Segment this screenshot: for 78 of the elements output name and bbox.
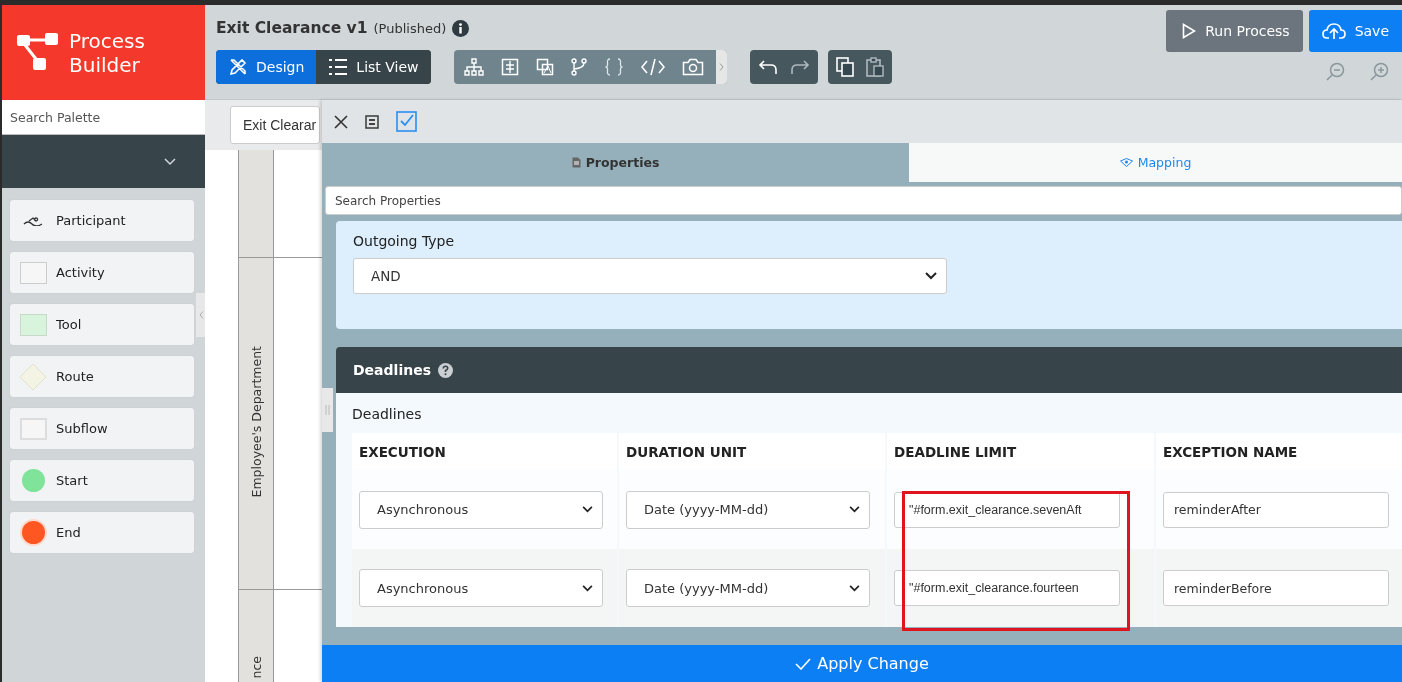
document-icon [571,157,581,168]
column-header: DURATION UNIT [619,433,885,470]
column-header: EXCEPTION NAME [1156,433,1402,470]
info-icon [452,19,470,37]
diamond-icon [19,362,47,391]
logo-text: Builder [69,52,141,77]
status-label: (Published) [373,20,447,36]
camera-icon[interactable] [681,58,704,76]
branch-icon[interactable] [570,58,587,76]
tool-shape-icon [19,313,47,336]
process-title: Exit Clearance v1 [216,19,368,37]
panel-tab[interactable]: Mapping [909,143,1402,182]
save-button[interactable]: Save [1308,10,1402,52]
checkbox-icon[interactable] [396,111,417,132]
chevron-down-icon [582,506,593,513]
run-process-button[interactable]: Run Process [1166,10,1303,52]
undo-icon[interactable] [757,59,778,75]
zoom-out-icon[interactable] [1326,62,1346,82]
exception-name-field[interactable]: reminderAfter [1163,491,1389,528]
braces-icon[interactable] [603,58,624,76]
pencil-ruler-icon [228,57,248,77]
help-icon[interactable] [438,362,453,378]
outgoing-type-select[interactable]: AND [353,258,947,294]
properties-search-field[interactable]: Search Properties [325,186,1402,215]
chevron-down-icon [849,584,860,592]
palette-item[interactable]: End [10,512,194,553]
code-icon[interactable] [640,58,665,76]
execution-select[interactable]: Asynchronous [359,490,603,529]
scroll-right-icon[interactable] [715,50,727,84]
play-icon [1182,23,1197,39]
view-tab[interactable]: Design [216,50,317,84]
palette-item[interactable]: Activity [10,252,194,293]
paste-icon[interactable] [865,57,884,77]
palette-item[interactable]: Route [10,356,194,397]
cloud-upload-icon [1321,22,1346,40]
deadline-limit-field[interactable]: "#form.exit_clearance.fourteen [894,570,1120,606]
chevron-down-icon [925,272,937,280]
palette-search-field[interactable]: Search Palette [2,100,205,135]
activity-shape-icon [19,261,47,284]
logo-text: Process [69,28,145,53]
list-icon [328,58,349,76]
eye-icon [1119,158,1133,167]
redo-icon[interactable] [789,59,810,75]
chevron-down-icon [164,157,176,166]
field-label: Deadlines [352,406,423,422]
chevron-down-icon [849,506,860,513]
section-title: Deadlines [353,362,431,378]
chevron-down-icon [582,584,593,592]
layers-icon[interactable] [535,58,554,76]
window-icon[interactable] [365,114,379,129]
duration-unit-select[interactable]: Date (yyyy-MM-dd) [626,490,870,529]
chevron-left-icon [198,311,204,319]
field-label: Outgoing Type [353,233,455,249]
lane-title: nce [248,655,264,680]
palette-item[interactable]: Tool [10,304,194,345]
column-header: EXECUTION [352,433,617,470]
document-icon[interactable] [500,58,519,76]
palette-item[interactable]: Participant [10,200,194,241]
hierarchy-icon[interactable] [463,58,484,76]
subflow-shape-icon [19,417,47,440]
copy-icon[interactable] [835,57,854,77]
column-header: DEADLINE LIMIT [887,433,1154,470]
collapse-handle[interactable] [196,293,206,337]
zoom-in-icon[interactable] [1370,62,1390,82]
duration-unit-select[interactable]: Date (yyyy-MM-dd) [626,569,870,607]
palette-item[interactable]: Subflow [10,408,194,449]
lane-title: Employee's Department [248,345,264,500]
diagram-tab[interactable]: Exit Clearar [230,106,321,144]
apply-change-button[interactable]: Apply Change [322,645,1402,682]
checkmark-icon [795,657,812,670]
palette-item[interactable]: Start [10,460,194,501]
close-icon[interactable] [334,114,348,129]
start-circle-icon [21,469,45,492]
drag-handle[interactable] [322,388,333,432]
swimmer-icon [23,215,43,226]
end-circle-icon [21,521,45,544]
exception-name-field[interactable]: reminderBefore [1163,570,1389,606]
execution-select[interactable]: Asynchronous [359,569,603,607]
